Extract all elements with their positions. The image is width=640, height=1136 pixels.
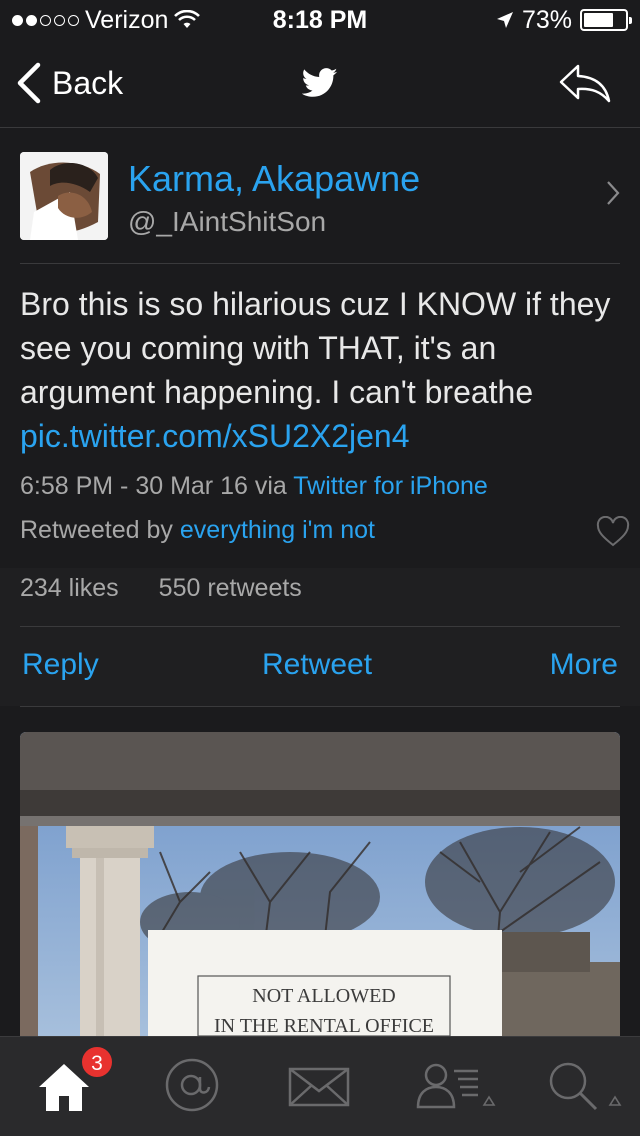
avatar[interactable] bbox=[20, 152, 108, 240]
retweeted-by-label: Retweeted by bbox=[20, 516, 180, 544]
likes-count[interactable]: 234 likes bbox=[20, 574, 119, 603]
battery-percent: 73% bbox=[521, 5, 572, 34]
profile-lists-icon[interactable] bbox=[414, 1061, 498, 1113]
status-left: Verizon bbox=[12, 5, 201, 35]
wifi-icon bbox=[174, 10, 201, 28]
back-label: Back bbox=[52, 64, 124, 101]
tweet-client-link[interactable]: Twitter for iPhone bbox=[293, 472, 488, 500]
retweeted-by: Retweeted by everything i'm not bbox=[20, 516, 375, 545]
messages-icon[interactable] bbox=[288, 1067, 350, 1107]
tweet-stats: 234 likes 550 retweets bbox=[20, 574, 302, 603]
signal-strength-icon bbox=[12, 14, 79, 26]
search-icon[interactable] bbox=[548, 1061, 628, 1115]
location-arrow-icon bbox=[496, 12, 513, 28]
retweeter-link[interactable]: everything i'm not bbox=[180, 516, 375, 544]
sign-text-line2: IN THE RENTAL OFFICE bbox=[214, 1015, 434, 1036]
reply-button[interactable]: Reply bbox=[22, 648, 99, 682]
tweet-body: Bro this is so hilarious cuz I KNOW if t… bbox=[20, 286, 611, 410]
like-heart-icon[interactable] bbox=[596, 516, 630, 548]
tweet-meta: 6:58 PM - 30 Mar 16 via Twitter for iPho… bbox=[20, 472, 488, 501]
navigation-bar: Back bbox=[0, 40, 640, 128]
chevron-left-icon bbox=[17, 62, 41, 104]
divider bbox=[20, 626, 620, 627]
reply-arrow-icon[interactable] bbox=[558, 62, 612, 104]
back-button[interactable]: Back bbox=[16, 62, 123, 104]
retweets-count[interactable]: 550 retweets bbox=[159, 574, 302, 603]
divider bbox=[20, 706, 620, 707]
author-name[interactable]: Karma, Akapawne bbox=[128, 158, 420, 200]
status-bar: Verizon 8:18 PM 73% bbox=[0, 0, 640, 40]
carrier-name: Verizon bbox=[85, 5, 169, 34]
author-handle: @_IAintShitSon bbox=[128, 206, 327, 237]
twitter-bird-icon bbox=[302, 68, 338, 97]
mentions-icon[interactable] bbox=[164, 1057, 220, 1113]
notification-badge: 3 bbox=[80, 1045, 114, 1079]
chevron-right-icon[interactable] bbox=[606, 180, 620, 206]
sign-text-line1: NOT ALLOWED bbox=[252, 985, 396, 1007]
tweet-author-row[interactable]: Karma, Akapawne @_IAintShitSon bbox=[0, 128, 640, 264]
battery-icon bbox=[580, 9, 632, 31]
tab-bar: 3 bbox=[0, 1036, 640, 1136]
status-right: 73% bbox=[496, 5, 632, 35]
tweet-timestamp: 6:58 PM - 30 Mar 16 via bbox=[20, 472, 294, 500]
more-button[interactable]: More bbox=[550, 648, 618, 682]
tweet-text: Bro this is so hilarious cuz I KNOW if t… bbox=[20, 282, 620, 458]
retweet-button[interactable]: Retweet bbox=[262, 648, 372, 682]
divider bbox=[20, 263, 620, 264]
tweet-photo[interactable]: NOT ALLOWED IN THE RENTAL OFFICE bbox=[20, 732, 620, 1036]
tweet-media-link[interactable]: pic.twitter.com/xSU2X2jen4 bbox=[20, 418, 410, 454]
